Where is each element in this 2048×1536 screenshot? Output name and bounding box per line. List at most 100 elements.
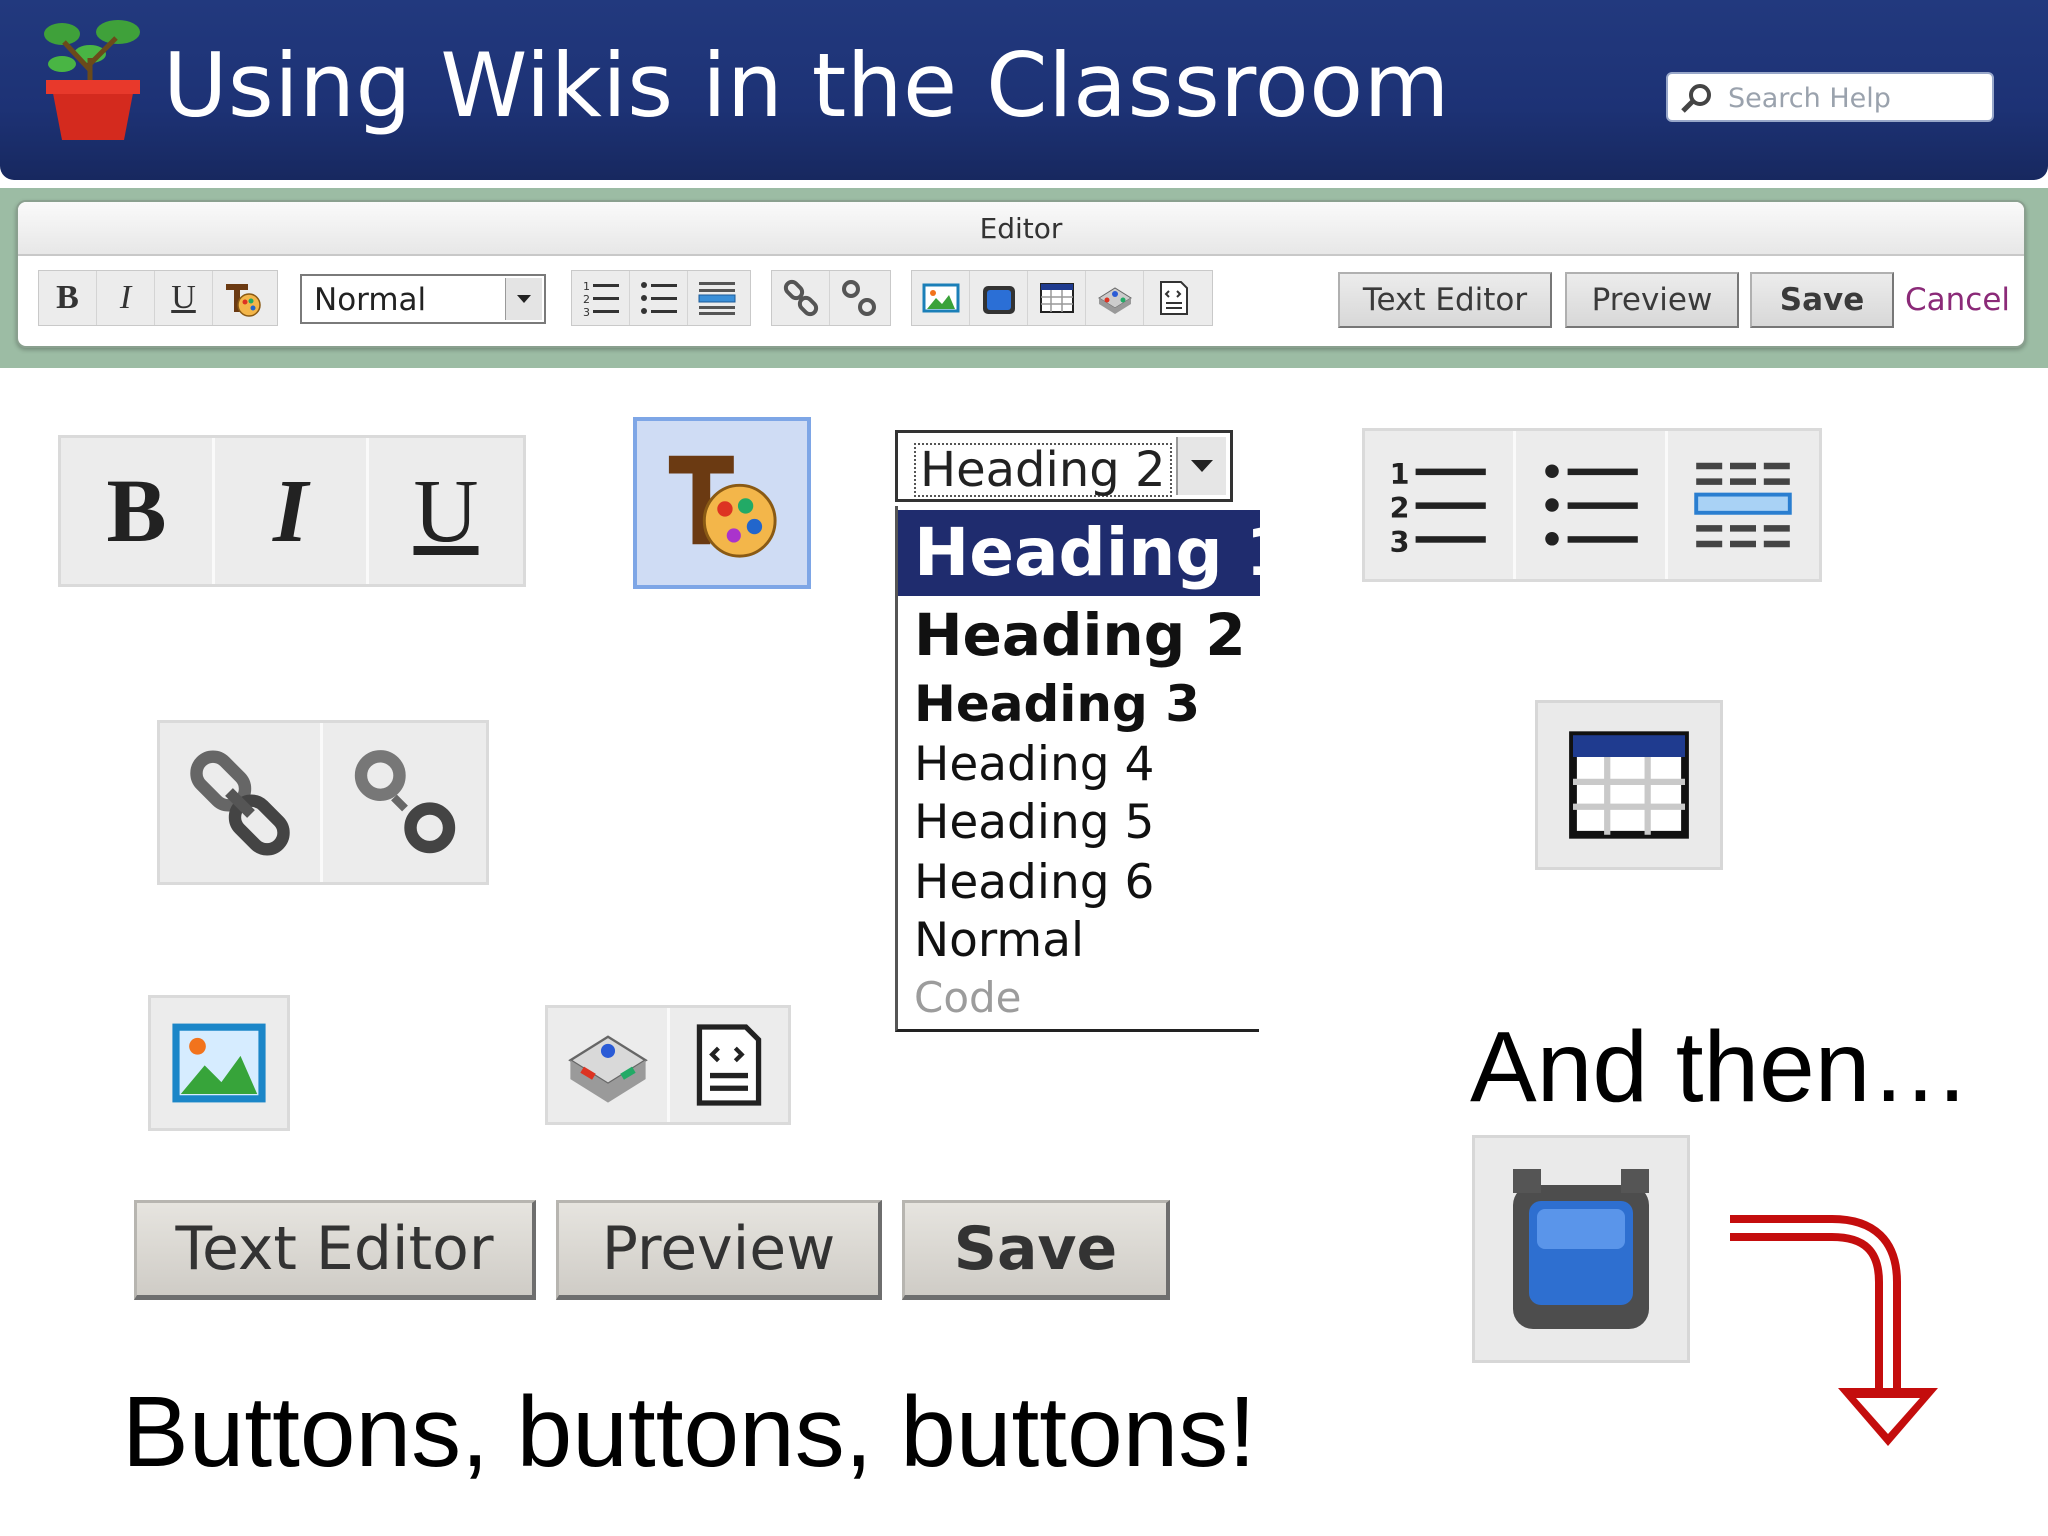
bold-button[interactable]: B — [39, 271, 97, 325]
embed-code-icon — [1160, 281, 1188, 315]
text-color-palette-icon — [226, 284, 261, 317]
insert-widget-button[interactable] — [1086, 271, 1144, 325]
bullet-list-icon — [640, 282, 677, 314]
big-numbered-list-button[interactable]: 123 — [1365, 431, 1517, 579]
horizontal-rule-icon — [698, 282, 736, 315]
text-editor-button[interactable]: Text Editor — [1338, 272, 1552, 328]
big-bullet-list-button[interactable] — [1516, 431, 1668, 579]
slide-caption: Buttons, buttons, buttons! — [122, 1376, 1257, 1488]
underline-label: U — [413, 461, 479, 561]
big-insert-widget-button[interactable] — [548, 1008, 670, 1122]
numbered-list-icon: 123 — [583, 280, 619, 318]
slide-title: Using Wikis in the Classroom — [163, 34, 1450, 137]
format-select[interactable]: Normal — [300, 274, 546, 324]
insert-video-button[interactable] — [970, 271, 1028, 325]
big-link-group — [157, 720, 489, 885]
big-text-color-button[interactable] — [633, 417, 811, 589]
and-then-text: And then… — [1470, 1011, 1971, 1123]
text-color-button[interactable] — [213, 271, 271, 325]
big-underline-button[interactable]: U — [369, 438, 523, 584]
big-insert-image-button[interactable] — [151, 998, 287, 1128]
big-italic-button[interactable]: I — [215, 438, 369, 584]
video-icon — [1513, 1169, 1649, 1329]
slide-header: Using Wikis in the Classroom — [0, 0, 2048, 180]
unlink-icon — [354, 749, 455, 853]
insert-toolbar-group — [911, 270, 1213, 326]
dropdown-option-normal[interactable]: Normal — [898, 914, 1260, 968]
unlink-button[interactable] — [830, 271, 888, 325]
dropdown-option-heading-6[interactable]: Heading 6 — [898, 856, 1260, 910]
image-icon — [172, 1023, 266, 1103]
big-format-group: B I U — [58, 435, 526, 587]
potted-plant-icon — [44, 20, 140, 140]
heading-select[interactable]: Heading 2 — [895, 430, 1233, 502]
svg-text:1: 1 — [1390, 457, 1410, 491]
dropdown-option-heading-5[interactable]: Heading 5 — [898, 796, 1260, 850]
link-toolbar-group — [771, 270, 891, 326]
svg-text:1: 1 — [583, 280, 590, 293]
link-button[interactable] — [772, 271, 830, 325]
table-icon — [1039, 283, 1074, 313]
big-preview-button[interactable]: Preview — [556, 1200, 882, 1300]
insert-table-button[interactable] — [1028, 271, 1086, 325]
heading-select-value: Heading 2 — [914, 443, 1172, 497]
bold-label: B — [106, 461, 167, 561]
big-image-group — [148, 995, 290, 1131]
embed-code-button[interactable] — [1144, 271, 1202, 325]
list-toolbar-group: 123 — [571, 270, 751, 326]
video-icon — [982, 286, 1015, 314]
svg-text:2: 2 — [583, 293, 590, 306]
curved-down-arrow-icon — [1730, 1215, 1938, 1446]
big-insert-video-button[interactable] — [1472, 1135, 1690, 1363]
numbered-list-button[interactable]: 123 — [572, 271, 630, 325]
svg-text:3: 3 — [1390, 525, 1410, 557]
svg-text:2: 2 — [1390, 491, 1410, 525]
image-icon — [922, 283, 959, 313]
insert-image-button[interactable] — [912, 271, 970, 325]
svg-text:3: 3 — [583, 306, 590, 318]
big-widget-group — [545, 1005, 791, 1125]
dropdown-option-heading-1[interactable]: Heading 1 — [898, 510, 1292, 596]
big-unlink-button[interactable] — [323, 723, 486, 882]
save-button[interactable]: Save — [1750, 272, 1894, 328]
horizontal-rule-icon — [1694, 462, 1793, 548]
big-link-button[interactable] — [160, 723, 324, 882]
big-text-editor-button[interactable]: Text Editor — [134, 1200, 536, 1300]
editor-label: Editor — [979, 212, 1063, 245]
search-box[interactable] — [1666, 72, 1994, 122]
horizontal-rule-button[interactable] — [688, 271, 746, 325]
dropdown-option-heading-4[interactable]: Heading 4 — [898, 738, 1260, 792]
chevron-down-icon[interactable] — [505, 278, 542, 320]
heading-dropdown-list: Heading 1 Heading 2 Heading 3 Heading 4 … — [895, 506, 1292, 1032]
italic-button[interactable]: I — [97, 271, 155, 325]
link-icon — [783, 279, 818, 317]
dropdown-option-heading-2[interactable]: Heading 2 — [898, 602, 1260, 668]
text-color-palette-icon — [668, 455, 777, 558]
format-select-value: Normal — [314, 282, 427, 318]
embed-code-icon — [696, 1024, 762, 1106]
big-embed-code-button[interactable] — [670, 1008, 788, 1122]
editor-titlebar: Editor — [18, 202, 2024, 256]
unlink-icon — [842, 280, 876, 316]
search-icon — [1681, 84, 1711, 113]
dropdown-option-heading-3[interactable]: Heading 3 — [898, 676, 1260, 732]
cancel-link[interactable]: Cancel — [1905, 282, 2010, 318]
big-insert-table-button[interactable] — [1535, 700, 1723, 870]
big-save-button[interactable]: Save — [902, 1200, 1170, 1300]
widget-icon — [1097, 287, 1132, 314]
preview-button[interactable]: Preview — [1565, 272, 1739, 328]
chevron-down-icon[interactable] — [1176, 437, 1226, 495]
underline-button[interactable]: U — [155, 271, 213, 325]
format-toolbar-group: B I U — [38, 270, 278, 326]
italic-label: I — [272, 461, 309, 561]
big-list-group: 123 — [1362, 428, 1822, 582]
big-bold-button[interactable]: B — [61, 438, 215, 584]
widget-icon — [567, 1035, 648, 1103]
bullet-list-button[interactable] — [630, 271, 688, 325]
search-input[interactable] — [1728, 83, 1978, 113]
big-horizontal-rule-button[interactable] — [1668, 431, 1819, 579]
dropdown-option-code[interactable]: Code — [898, 972, 1260, 1024]
numbered-list-icon: 123 — [1390, 457, 1486, 557]
table-icon — [1569, 731, 1689, 839]
link-icon — [190, 750, 290, 855]
